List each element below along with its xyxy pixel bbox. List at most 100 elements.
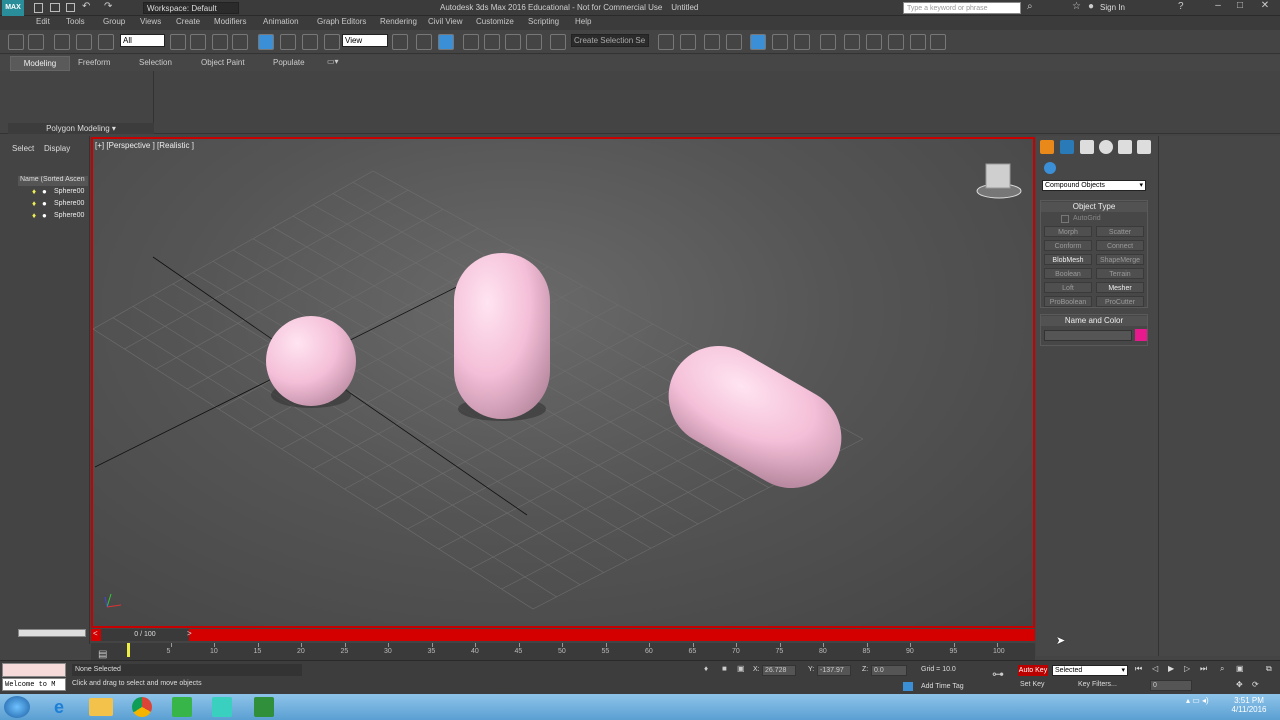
- layer-explorer-icon[interactable]: [704, 34, 720, 50]
- angle-snap-icon[interactable]: [484, 34, 500, 50]
- chrome-icon[interactable]: [132, 697, 152, 717]
- explorer-column-header[interactable]: Name (Sorted Ascen: [18, 176, 88, 186]
- manipulate-icon[interactable]: [416, 34, 432, 50]
- color-swatch[interactable]: [1135, 329, 1147, 341]
- object-color-swatch[interactable]: [1135, 329, 1147, 341]
- maxscript-listener[interactable]: [2, 663, 66, 677]
- key-filters-button[interactable]: Key Filters...: [1078, 681, 1117, 688]
- menu-item-modifiers[interactable]: Modifiers: [214, 17, 246, 26]
- file-explorer-icon[interactable]: [89, 698, 113, 716]
- next-frame-icon[interactable]: ▷: [1184, 664, 1190, 673]
- a360-icon[interactable]: [930, 34, 946, 50]
- object-type-loft-button[interactable]: Loft: [1044, 282, 1092, 293]
- undo-icon[interactable]: ↶: [82, 1, 90, 12]
- redo-icon[interactable]: [28, 34, 44, 50]
- object-type-conform-button[interactable]: Conform: [1044, 240, 1092, 251]
- maxscript-output[interactable]: Welcome to M: [2, 678, 66, 691]
- prev-frame-icon[interactable]: ◁: [1152, 664, 1158, 673]
- autogrid-checkbox[interactable]: [1061, 215, 1069, 223]
- render-production-icon[interactable]: [866, 34, 882, 50]
- bind-space-warp-icon[interactable]: [98, 34, 114, 50]
- tab-populate[interactable]: Populate: [273, 58, 305, 67]
- select-move-icon[interactable]: [258, 34, 274, 50]
- go-to-start-icon[interactable]: ⏮: [1135, 664, 1142, 674]
- select-by-name-icon[interactable]: [190, 34, 206, 50]
- hierarchy-tab-icon[interactable]: [1080, 140, 1094, 154]
- menu-item-group[interactable]: Group: [103, 17, 125, 26]
- quick-access-save-icon[interactable]: [66, 3, 75, 12]
- object-type-shapemerge-button[interactable]: ShapeMerge: [1096, 254, 1144, 265]
- reference-coord-dropdown[interactable]: View: [342, 34, 388, 47]
- window-crossing-icon[interactable]: [232, 34, 248, 50]
- motion-tab-icon[interactable]: [1099, 140, 1113, 154]
- absolute-mode-icon[interactable]: ▣: [737, 664, 745, 673]
- placement-icon[interactable]: [324, 34, 340, 50]
- start-button[interactable]: [4, 696, 30, 718]
- select-object-icon[interactable]: [170, 34, 186, 50]
- render-cloud-icon[interactable]: [910, 34, 926, 50]
- menu-item-help[interactable]: Help: [575, 17, 591, 26]
- timeline-toggle-icon[interactable]: ▤: [98, 649, 107, 660]
- time-tag-icon[interactable]: [903, 682, 913, 691]
- time-slider-next[interactable]: >: [187, 629, 192, 638]
- menu-item-customize[interactable]: Customize: [476, 17, 514, 26]
- align-icon[interactable]: [680, 34, 696, 50]
- object-type-scatter-button[interactable]: Scatter: [1096, 226, 1144, 237]
- list-item[interactable]: ♦ ● Sphere00: [18, 211, 88, 223]
- set-key-button[interactable]: Set Key: [1020, 681, 1045, 688]
- time-slider-prev[interactable]: <: [93, 629, 98, 638]
- material-editor-icon[interactable]: [794, 34, 810, 50]
- utilities-tab-icon[interactable]: [1137, 140, 1151, 154]
- explorer-scrollbar[interactable]: [18, 629, 86, 637]
- search-input[interactable]: Type a keyword or phrase: [903, 2, 1021, 14]
- orbit-icon[interactable]: ⟳: [1252, 680, 1259, 689]
- name-color-title[interactable]: Name and Color: [1041, 316, 1147, 326]
- visibility-icon[interactable]: ●: [42, 211, 47, 220]
- object-type-boolean-button[interactable]: Boolean: [1044, 268, 1092, 279]
- rectangular-selection-icon[interactable]: [212, 34, 228, 50]
- undo-icon[interactable]: [8, 34, 24, 50]
- unlink-icon[interactable]: [76, 34, 92, 50]
- tab-object-paint[interactable]: Object Paint: [201, 58, 245, 67]
- object-type-procutter-button[interactable]: ProCutter: [1096, 296, 1144, 307]
- minimize-button[interactable]: –: [1208, 0, 1228, 14]
- workspace-dropdown[interactable]: Workspace: Default: [143, 2, 239, 14]
- object-type-morph-button[interactable]: Morph: [1044, 226, 1092, 237]
- time-slider[interactable]: < 0 / 100 >: [91, 629, 1035, 641]
- track-bar[interactable]: 5 10 15 20 25 30 35 40 45 50 55 60 65 70 75 80 85 90 95 100: [91, 643, 1035, 661]
- perspective-viewport[interactable]: [+] [Perspective ] [Realistic ]: [91, 137, 1035, 628]
- menu-item-civil-view[interactable]: Civil View: [428, 17, 463, 26]
- object-type-title[interactable]: Object Type: [1041, 202, 1147, 212]
- menu-item-rendering[interactable]: Rendering: [380, 17, 417, 26]
- mirror-icon[interactable]: [658, 34, 674, 50]
- app-logo-icon[interactable]: MAX: [2, 0, 24, 16]
- help-icon[interactable]: ?: [1178, 1, 1184, 12]
- lock-selection-icon[interactable]: ■: [722, 664, 727, 673]
- key-icon[interactable]: ⊶: [992, 667, 1004, 681]
- quick-access-open-icon[interactable]: [50, 3, 60, 12]
- play-icon[interactable]: ▶: [1168, 664, 1174, 673]
- curve-editor-icon[interactable]: [750, 34, 766, 50]
- search-icon[interactable]: ⌕: [1027, 1, 1033, 12]
- select-scale-icon[interactable]: [302, 34, 318, 50]
- add-time-tag[interactable]: Add Time Tag: [921, 683, 964, 690]
- object-type-terrain-button[interactable]: Terrain: [1096, 268, 1144, 279]
- star-icon[interactable]: ☆: [1072, 1, 1081, 12]
- z-coordinate-field[interactable]: 0.0: [871, 665, 907, 676]
- pivot-icon[interactable]: [392, 34, 408, 50]
- close-button[interactable]: ✕: [1252, 0, 1278, 14]
- geometry-category-icon[interactable]: [1044, 162, 1056, 174]
- modify-tab-icon[interactable]: [1060, 140, 1074, 154]
- key-mode-dropdown[interactable]: Selected ▾: [1052, 665, 1128, 676]
- auto-key-button[interactable]: Auto Key: [1018, 665, 1048, 676]
- visibility-icon[interactable]: ●: [42, 199, 47, 208]
- list-item[interactable]: ♦ ● Sphere00: [18, 187, 88, 199]
- link-icon[interactable]: [54, 34, 70, 50]
- zoom-icon[interactable]: ⌕: [1220, 664, 1224, 674]
- menu-item-scripting[interactable]: Scripting: [528, 17, 559, 26]
- render-setup-icon[interactable]: [820, 34, 836, 50]
- spinner-snap-icon[interactable]: [526, 34, 542, 50]
- y-coordinate-field[interactable]: -137.97: [817, 665, 851, 676]
- visibility-icon[interactable]: ●: [42, 187, 47, 196]
- zoom-extents-icon[interactable]: ▣: [1236, 664, 1244, 673]
